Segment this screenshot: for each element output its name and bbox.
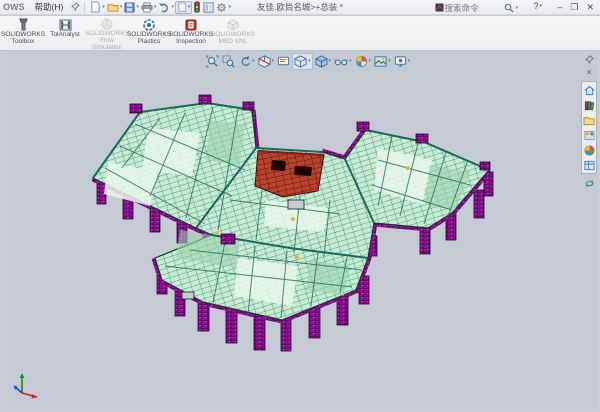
- view-orientation-button[interactable]: ▾: [292, 53, 313, 70]
- section-view-button[interactable]: ▾: [257, 54, 276, 69]
- task-pane-close-icon[interactable]: ✕: [586, 68, 593, 77]
- file-explorer-tab[interactable]: [583, 114, 595, 126]
- edit-appearance-button[interactable]: ▾: [354, 54, 373, 69]
- apply-scene-icon: [374, 55, 387, 68]
- forum-arrows-icon: [584, 178, 595, 189]
- heads-up-view-toolbar: ▾ ▾ ▾ ▾ ▾ ▾ ▾ ▾: [205, 53, 411, 69]
- task-pane-tabs: [581, 81, 597, 174]
- dynamic-annotation-icon: [277, 55, 290, 68]
- view-palette-icon: [584, 130, 595, 141]
- display-style-icon: [315, 55, 328, 68]
- hide-show-items-button[interactable]: ▾: [333, 54, 353, 69]
- apply-scene-button[interactable]: ▾: [373, 54, 392, 69]
- previous-view-button[interactable]: ▾: [237, 54, 256, 69]
- display-style-button[interactable]: ▾: [314, 54, 333, 69]
- view-palette-tab[interactable]: [583, 129, 595, 141]
- previous-view-icon: [238, 55, 251, 68]
- appearances-scenes-tab[interactable]: [583, 144, 595, 156]
- view-settings-button[interactable]: ▾: [393, 54, 412, 69]
- design-library-tab[interactable]: [583, 99, 595, 111]
- solidworks-resources-tab[interactable]: [583, 84, 595, 96]
- section-view-icon: [258, 55, 271, 68]
- home-icon: [584, 85, 595, 96]
- task-pane: ✕: [581, 55, 597, 189]
- reference-triad: [14, 374, 37, 399]
- edit-appearance-ball-icon: [355, 55, 368, 68]
- books-icon: [584, 100, 595, 111]
- zoom-to-fit-icon: [206, 55, 219, 68]
- view-orientation-cube-icon: [294, 55, 307, 68]
- hide-show-glasses-icon: [334, 55, 348, 68]
- appearance-sphere-icon: [584, 145, 595, 156]
- task-pane-pin-icon[interactable]: [585, 55, 594, 66]
- custom-properties-tab[interactable]: [583, 159, 595, 171]
- stair-core[interactable]: [255, 151, 324, 197]
- zoom-to-area-icon: [222, 55, 235, 68]
- view-settings-icon: [394, 55, 407, 68]
- folder-icon: [583, 115, 595, 126]
- zoom-to-fit-button[interactable]: [205, 54, 220, 69]
- dynamic-annotation-button[interactable]: [276, 54, 291, 69]
- properties-table-icon: [584, 160, 595, 171]
- zoom-to-area-button[interactable]: [221, 54, 236, 69]
- solidworks-forum-tab[interactable]: [583, 177, 595, 189]
